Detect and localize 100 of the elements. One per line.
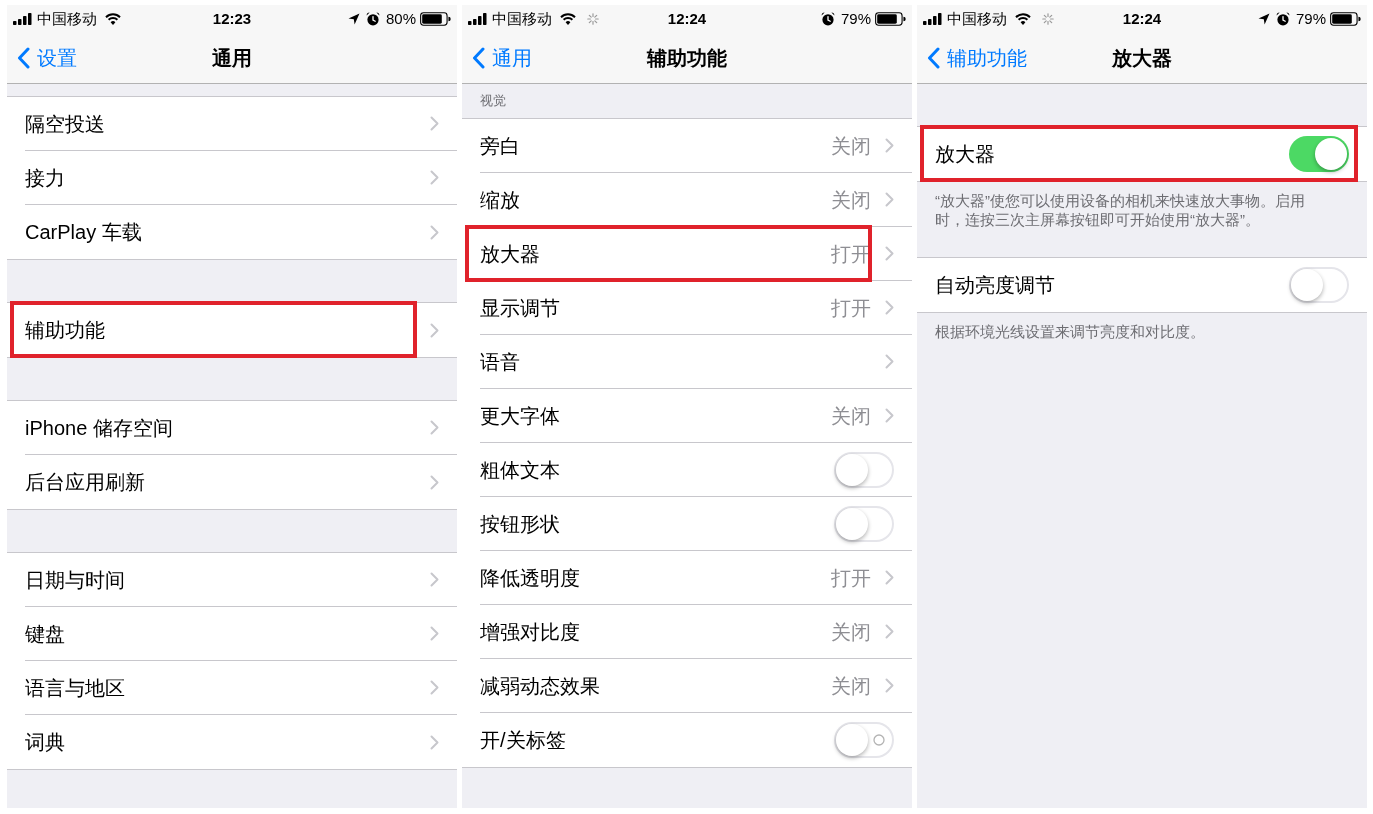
chevron-right-icon	[430, 626, 439, 641]
settings-row[interactable]: 隔空投送	[7, 97, 457, 151]
setting-label: 隔空投送	[25, 111, 106, 137]
settings-row[interactable]: CarPlay 车载	[7, 205, 457, 259]
back-chevron-icon	[472, 46, 485, 69]
settings-row[interactable]: 词典	[7, 715, 457, 769]
settings-row[interactable]: 辅助功能	[7, 303, 457, 357]
setting-label: 开/关标签	[480, 728, 567, 753]
carrier-name: 中国移动	[947, 9, 1007, 28]
setting-label: 降低透明度	[480, 565, 581, 591]
setting-value: 关闭	[831, 187, 871, 213]
wifi-icon	[105, 12, 121, 25]
setting-label: 粗体文本	[480, 457, 561, 483]
setting-label: 键盘	[25, 621, 66, 647]
chevron-right-icon	[885, 678, 894, 693]
signal-bars-icon	[923, 12, 942, 25]
settings-row[interactable]: 语音	[462, 335, 912, 389]
footer-note: 根据环境光线设置来调节亮度和对比度。	[934, 322, 1206, 342]
settings-row[interactable]: 键盘	[7, 607, 457, 661]
setting-label: 增强对比度	[480, 619, 581, 645]
setting-label: 按钮形状	[480, 511, 561, 537]
settings-row[interactable]: 放大器 打开	[462, 227, 912, 281]
signal-bars-icon	[468, 12, 487, 25]
back-button[interactable]: 通用	[462, 42, 532, 73]
settings-row[interactable]: 接力	[7, 151, 457, 205]
setting-value: 打开	[831, 241, 871, 267]
footer-note: “放大器”使您可以使用设备的相机来快速放大事物。启用时，连按三次主屏幕按钮即可开始使用“放大器”。	[934, 191, 1306, 230]
settings-row[interactable]: 后台应用刷新	[7, 455, 457, 509]
chevron-right-icon	[885, 300, 894, 315]
toggle-switch[interactable]	[1289, 267, 1349, 303]
setting-label: CarPlay 车载	[25, 220, 143, 245]
carrier-name: 中国移动	[37, 9, 97, 28]
setting-label: 放大器	[480, 241, 541, 267]
chevron-right-icon	[885, 192, 894, 207]
settings-row[interactable]: 显示调节 打开	[462, 281, 912, 335]
chevron-right-icon	[430, 224, 439, 240]
battery-percent: 79%	[840, 9, 871, 28]
chevron-right-icon	[885, 570, 894, 585]
setting-label: 辅助功能	[25, 318, 106, 343]
nav-title: 辅助功能	[647, 45, 727, 71]
setting-label: 显示调节	[480, 295, 561, 321]
settings-row[interactable]: 日期与时间	[7, 553, 457, 607]
battery-icon	[1330, 11, 1361, 26]
clock-time: 12:24	[1122, 9, 1162, 28]
setting-label: 语音	[480, 349, 521, 375]
setting-label: 后台应用刷新	[25, 470, 146, 495]
chevron-right-icon	[430, 170, 439, 185]
chevron-right-icon	[885, 408, 894, 423]
setting-label: 更大字体	[480, 403, 561, 429]
setting-label: 旁白	[480, 133, 521, 159]
settings-row[interactable]: 旁白 关闭	[462, 119, 912, 173]
settings-row[interactable]: 缩放 关闭	[462, 173, 912, 227]
setting-value: 关闭	[831, 619, 871, 645]
setting-label: 缩放	[480, 187, 521, 213]
toggle-switch[interactable]	[1289, 136, 1349, 172]
chevron-right-icon	[885, 624, 894, 639]
setting-value: 打开	[831, 565, 871, 591]
clock-time: 12:24	[667, 9, 707, 28]
back-button[interactable]: 设置	[7, 42, 77, 73]
setting-value: 关闭	[831, 673, 871, 699]
nav-title: 通用	[212, 45, 252, 71]
settings-row[interactable]: 增强对比度 关闭	[462, 605, 912, 659]
setting-value: 关闭	[831, 133, 871, 159]
setting-label: 减弱动态效果	[480, 673, 601, 699]
nav-title: 放大器	[1112, 45, 1172, 71]
clock-time: 12:23	[212, 9, 252, 28]
settings-row[interactable]: 减弱动态效果 关闭	[462, 659, 912, 713]
setting-label: 词典	[25, 730, 66, 755]
chevron-right-icon	[885, 138, 894, 153]
setting-label: 自动亮度调节	[935, 273, 1056, 298]
section-header: 视觉	[479, 92, 507, 111]
chevron-right-icon	[885, 354, 894, 369]
carrier-name: 中国移动	[492, 9, 552, 28]
setting-label: 日期与时间	[25, 567, 126, 593]
settings-row[interactable]: 语言与地区	[7, 661, 457, 715]
chevron-right-icon	[430, 322, 439, 338]
settings-row[interactable]: 降低透明度 打开	[462, 551, 912, 605]
back-chevron-icon	[17, 46, 30, 69]
setting-label: 语言与地区	[25, 675, 126, 701]
settings-row[interactable]: iPhone 储存空间	[7, 401, 457, 455]
chevron-right-icon	[885, 246, 894, 261]
settings-row[interactable]: 更大字体 关闭	[462, 389, 912, 443]
toggle-switch[interactable]	[834, 722, 894, 758]
chevron-right-icon	[430, 572, 439, 587]
toggle-switch[interactable]	[834, 451, 894, 488]
chevron-right-icon	[430, 116, 439, 131]
setting-label: iPhone 储存空间	[25, 415, 174, 441]
battery-icon	[875, 11, 906, 26]
back-button[interactable]: 辅助功能	[917, 42, 1027, 73]
setting-label: 接力	[25, 165, 66, 191]
setting-label: 放大器	[935, 142, 996, 167]
wifi-icon	[560, 12, 576, 25]
toggle-switch[interactable]	[834, 505, 894, 542]
signal-bars-icon	[13, 12, 32, 25]
setting-value: 打开	[831, 295, 871, 321]
chevron-right-icon	[430, 420, 439, 435]
battery-percent: 79%	[1295, 9, 1326, 28]
wifi-icon	[1015, 12, 1031, 25]
setting-value: 关闭	[831, 403, 871, 429]
battery-icon	[420, 11, 451, 26]
